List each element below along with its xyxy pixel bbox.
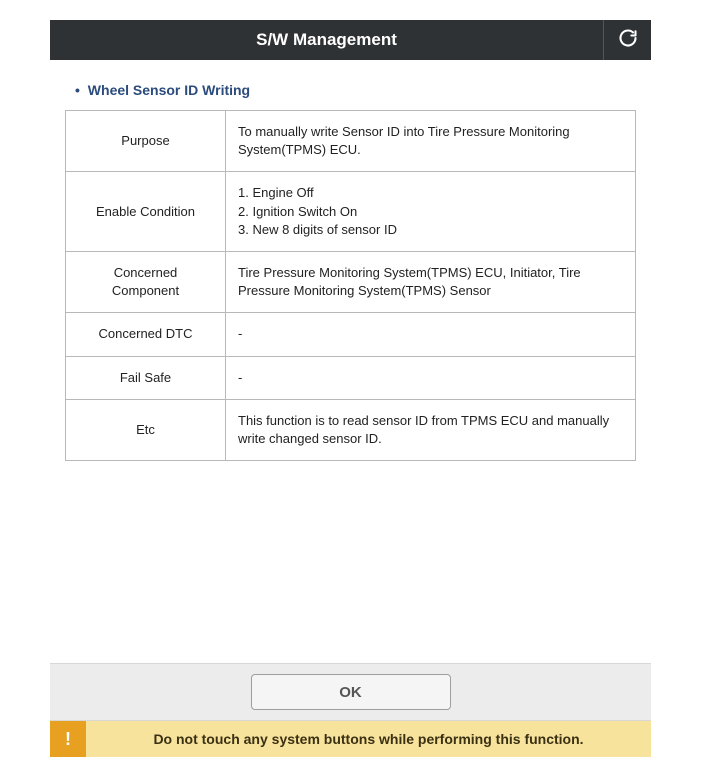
ok-bar: OK	[50, 663, 651, 721]
footer-area: OK ! Do not touch any system buttons whi…	[50, 663, 651, 757]
label-fail-safe: Fail Safe	[66, 356, 226, 399]
value-concerned-dtc: -	[226, 313, 636, 356]
warning-bar: ! Do not touch any system buttons while …	[50, 721, 651, 757]
info-table: Purpose To manually write Sensor ID into…	[65, 110, 636, 461]
row-concerned-dtc: Concerned DTC -	[66, 313, 636, 356]
row-concerned-component: Concerned Component Tire Pressure Monito…	[66, 251, 636, 312]
label-concerned-dtc: Concerned DTC	[66, 313, 226, 356]
refresh-icon	[618, 28, 638, 53]
row-fail-safe: Fail Safe -	[66, 356, 636, 399]
enable-condition-line2: 2. Ignition Switch On	[238, 203, 623, 221]
row-etc: Etc This function is to read sensor ID f…	[66, 399, 636, 460]
header-bar: S/W Management	[50, 20, 651, 60]
row-enable-condition: Enable Condition 1. Engine Off 2. Igniti…	[66, 172, 636, 252]
label-etc: Etc	[66, 399, 226, 460]
section-title: • Wheel Sensor ID Writing	[75, 82, 636, 98]
label-purpose: Purpose	[66, 111, 226, 172]
warning-text: Do not touch any system buttons while pe…	[86, 731, 651, 747]
value-etc: This function is to read sensor ID from …	[226, 399, 636, 460]
value-concerned-component: Tire Pressure Monitoring System(TPMS) EC…	[226, 251, 636, 312]
enable-condition-line3: 3. New 8 digits of sensor ID	[238, 221, 623, 239]
row-purpose: Purpose To manually write Sensor ID into…	[66, 111, 636, 172]
section-title-text: Wheel Sensor ID Writing	[88, 82, 250, 98]
value-enable-condition: 1. Engine Off 2. Ignition Switch On 3. N…	[226, 172, 636, 252]
warning-icon: !	[50, 721, 86, 757]
enable-condition-line1: 1. Engine Off	[238, 184, 623, 202]
bullet-icon: •	[75, 82, 80, 98]
value-purpose: To manually write Sensor ID into Tire Pr…	[226, 111, 636, 172]
label-concerned-component: Concerned Component	[66, 251, 226, 312]
label-concerned-component-l2: Component	[112, 283, 179, 298]
page-title: S/W Management	[50, 30, 603, 50]
label-concerned-component-l1: Concerned	[114, 265, 178, 280]
refresh-button[interactable]	[603, 20, 651, 60]
label-enable-condition: Enable Condition	[66, 172, 226, 252]
content-area: • Wheel Sensor ID Writing Purpose To man…	[0, 60, 701, 461]
ok-button[interactable]: OK	[251, 674, 451, 710]
value-fail-safe: -	[226, 356, 636, 399]
